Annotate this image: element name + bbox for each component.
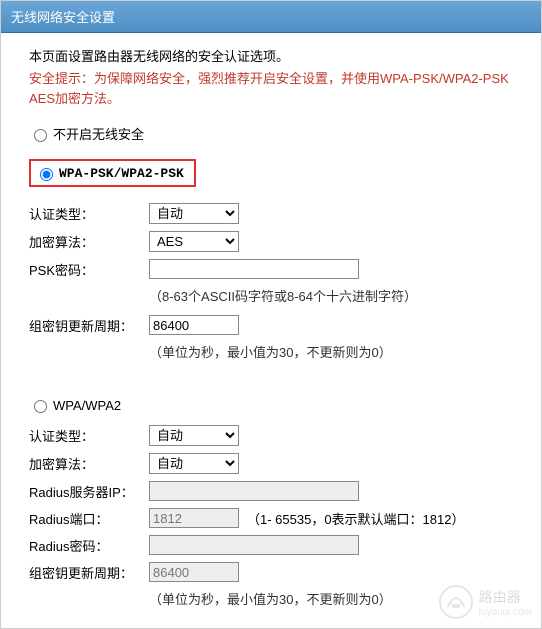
psk-cipher-select[interactable]: AES	[149, 231, 239, 252]
wpa-rekey-input[interactable]	[149, 562, 239, 582]
radius-password-label: Radius密码：	[29, 536, 149, 555]
psk-rekey-label: 组密钥更新周期：	[29, 316, 149, 335]
mode-wpa-row: WPA/WPA2	[29, 397, 523, 413]
wpa-cipher-select[interactable]: 自动	[149, 453, 239, 474]
psk-password-hint: （8-63个ASCII码字符或8-64个十六进制字符）	[149, 286, 523, 305]
radius-port-hint: （1- 65535，0表示默认端口：1812）	[247, 509, 464, 528]
mode-disable-row: 不开启无线安全	[29, 124, 523, 143]
mode-wpapsk-label: WPA-PSK/WPA2-PSK	[59, 166, 184, 181]
psk-password-label: PSK密码：	[29, 260, 149, 279]
wpa-auth-label: 认证类型：	[29, 426, 149, 445]
psk-rekey-hint: （单位为秒，最小值为30，不更新则为0）	[149, 342, 523, 361]
radius-password-input[interactable]	[149, 535, 359, 555]
radius-ip-label: Radius服务器IP：	[29, 482, 149, 501]
security-settings-panel: 无线网络安全设置 本页面设置路由器无线网络的安全认证选项。 安全提示：为保障网络…	[0, 0, 542, 629]
mode-disable-radio[interactable]	[34, 129, 47, 142]
psk-auth-label: 认证类型：	[29, 204, 149, 223]
mode-disable-label: 不开启无线安全	[53, 124, 144, 143]
psk-password-input[interactable]	[149, 259, 359, 279]
panel-title: 无线网络安全设置	[1, 1, 541, 33]
psk-auth-select[interactable]: 自动	[149, 203, 239, 224]
mode-wpapsk-highlight: WPA-PSK/WPA2-PSK	[29, 159, 196, 187]
psk-rekey-input[interactable]	[149, 315, 239, 335]
intro-text: 本页面设置路由器无线网络的安全认证选项。	[29, 47, 523, 67]
mode-wpa-label: WPA/WPA2	[53, 398, 121, 413]
radius-ip-input[interactable]	[149, 481, 359, 501]
wpa-auth-select[interactable]: 自动	[149, 425, 239, 446]
wpa-rekey-hint: （单位为秒，最小值为30，不更新则为0）	[149, 589, 523, 608]
mode-wpa-radio[interactable]	[34, 400, 47, 413]
radius-port-input[interactable]	[149, 508, 239, 528]
mode-wpapsk-radio[interactable]	[40, 168, 53, 181]
psk-cipher-label: 加密算法：	[29, 232, 149, 251]
panel-content: 本页面设置路由器无线网络的安全认证选项。 安全提示：为保障网络安全，强烈推荐开启…	[1, 33, 541, 628]
mode-wpapsk-row: WPA-PSK/WPA2-PSK	[29, 159, 523, 187]
wpa-cipher-label: 加密算法：	[29, 454, 149, 473]
wpa-rekey-label: 组密钥更新周期：	[29, 563, 149, 582]
security-warning: 安全提示：为保障网络安全，强烈推荐开启安全设置，并使用WPA-PSK/WPA2-…	[29, 69, 523, 111]
radius-port-label: Radius端口：	[29, 509, 149, 528]
